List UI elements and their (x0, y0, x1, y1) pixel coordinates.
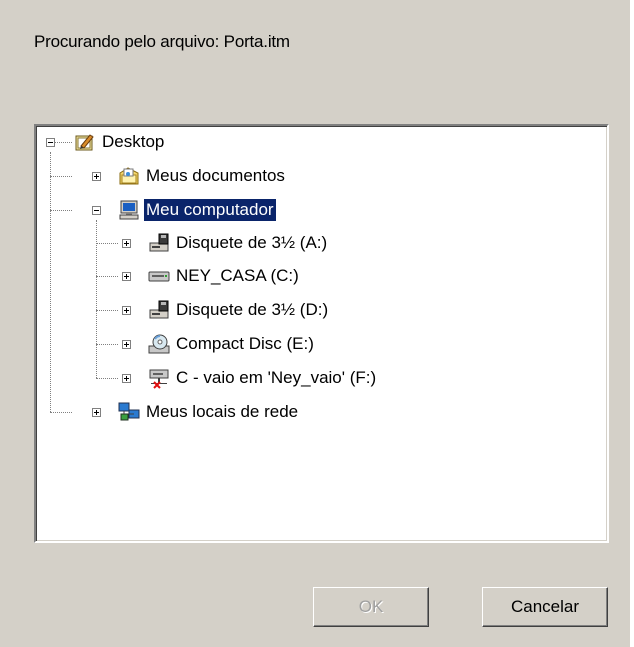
browse-dialog: Procurando pelo arquivo: Porta.itm Deskt… (0, 0, 630, 647)
cancel-button[interactable]: Cancelar (482, 587, 608, 627)
floppy-drive-icon (148, 232, 170, 254)
network-drive-disconnected-icon (148, 367, 170, 389)
network-places-icon (118, 401, 140, 423)
collapse-desktop-button[interactable] (46, 138, 55, 147)
tree-item-network-drive-f[interactable]: C - vaio em 'Ney_vaio' (F:) (174, 367, 378, 389)
expand-my-documents-button[interactable] (92, 172, 101, 181)
tree-item-my-documents[interactable]: Meus documentos (144, 165, 287, 187)
tree-item-floppy-d[interactable]: Disquete de 3½ (D:) (174, 299, 330, 321)
prompt-text: Procurando pelo arquivo: Porta.itm (34, 32, 290, 51)
my-documents-icon (118, 165, 140, 187)
desktop-icon (74, 131, 96, 153)
tree-item-network-places[interactable]: Meus locais de rede (144, 401, 300, 423)
cd-drive-icon (148, 333, 170, 355)
collapse-my-computer-button[interactable] (92, 206, 101, 215)
hard-drive-icon (148, 265, 170, 287)
my-computer-icon (118, 199, 140, 221)
floppy-drive-icon (148, 299, 170, 321)
tree-item-my-computer[interactable]: Meu computador (144, 199, 276, 221)
tree-item-drive-c[interactable]: NEY_CASA (C:) (174, 265, 301, 287)
expand-cd-e-button[interactable] (122, 340, 131, 349)
folder-tree[interactable]: Desktop Meus documentos Meu computador D… (34, 124, 609, 543)
expand-floppy-a-button[interactable] (122, 239, 131, 248)
tree-item-cd-e[interactable]: Compact Disc (E:) (174, 333, 316, 355)
expand-network-places-button[interactable] (92, 408, 101, 417)
ok-button[interactable]: OK (313, 587, 429, 627)
tree-item-floppy-a[interactable]: Disquete de 3½ (A:) (174, 232, 329, 254)
expand-floppy-d-button[interactable] (122, 306, 131, 315)
expand-network-drive-f-button[interactable] (122, 374, 131, 383)
expand-drive-c-button[interactable] (122, 272, 131, 281)
tree-item-desktop[interactable]: Desktop (100, 131, 166, 153)
